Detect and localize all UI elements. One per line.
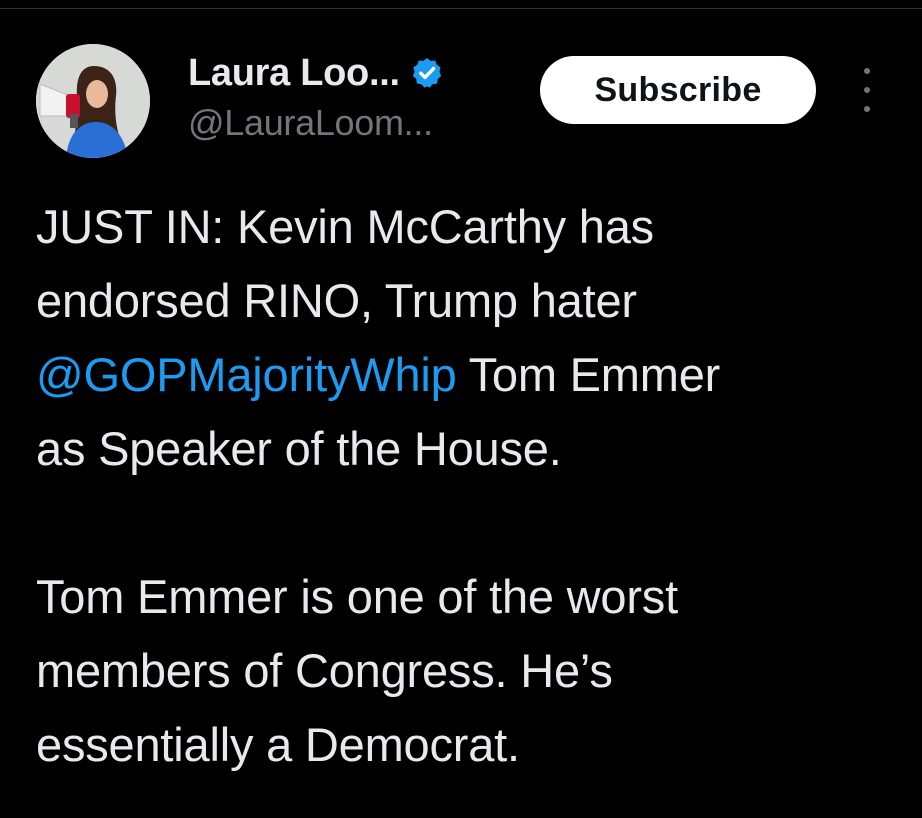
display-name-row: Laura Loo...	[188, 50, 518, 96]
tweet-line: members of Congress. He’s	[36, 644, 613, 697]
handle[interactable]: @LauraLoom...	[188, 102, 518, 144]
tweet-line: essentially a Democrat.	[36, 718, 520, 771]
top-divider	[0, 0, 922, 9]
tweet-line: JUST IN: Kevin McCarthy has	[36, 200, 654, 253]
avatar-photo-icon	[36, 44, 150, 158]
tweet-text: JUST IN: Kevin McCarthy has endorsed RIN…	[36, 190, 906, 782]
mention-link[interactable]: @GOPMajorityWhip	[36, 348, 457, 401]
tweet-line: endorsed RINO, Trump hater	[36, 274, 637, 327]
author-names: Laura Loo... @LauraLoom...	[188, 50, 518, 144]
subscribe-button[interactable]: Subscribe	[540, 56, 816, 124]
verified-badge-icon	[412, 58, 441, 88]
more-dot	[864, 87, 870, 93]
tweet-line-text: Tom Emmer	[456, 348, 721, 401]
more-dot	[864, 68, 870, 74]
display-name[interactable]: Laura Loo...	[188, 52, 400, 95]
tweet-line: as Speaker of the House.	[36, 422, 562, 475]
more-dot	[864, 106, 870, 112]
more-vertical-icon[interactable]	[854, 68, 880, 112]
tweet-line: @GOPMajorityWhip Tom Emmer	[36, 338, 906, 412]
tweet-header: Laura Loo... @LauraLoom... Subscribe	[36, 44, 886, 160]
tweet-line: Tom Emmer is one of the worst	[36, 570, 678, 623]
avatar[interactable]	[36, 44, 150, 158]
